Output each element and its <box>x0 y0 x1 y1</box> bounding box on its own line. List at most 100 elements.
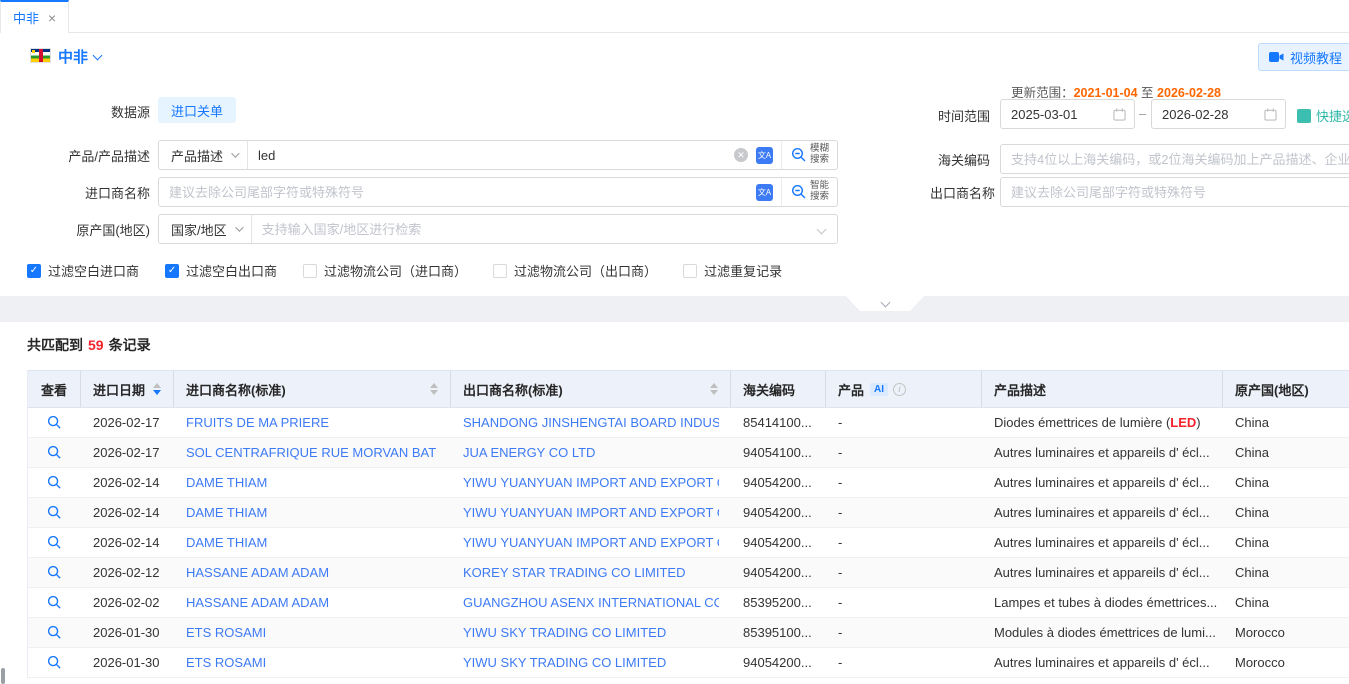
importer-link[interactable]: DAME THIAM <box>186 535 267 550</box>
origin-cell: China <box>1223 558 1349 587</box>
importer-link[interactable]: DAME THIAM <box>186 475 267 490</box>
exporter-link[interactable]: YIWU SKY TRADING CO LIMITED <box>463 625 666 640</box>
update-range-from: 2021-01-04 <box>1074 86 1138 100</box>
view-detail-icon[interactable] <box>44 622 66 644</box>
origin-country-input[interactable] <box>252 215 814 243</box>
tab-close-icon[interactable]: × <box>48 11 56 25</box>
central-african-republic-flag-icon <box>30 48 51 63</box>
origin-cell: Morocco <box>1223 648 1349 677</box>
view-detail-icon[interactable] <box>44 472 66 494</box>
view-detail-icon[interactable] <box>44 592 66 614</box>
filter-checkbox-0[interactable]: ✓过滤空白进口商 <box>27 261 139 280</box>
col-header-importer[interactable]: 进口商名称(标准) <box>174 371 451 407</box>
view-detail-icon[interactable] <box>44 532 66 554</box>
view-detail-icon[interactable] <box>44 562 66 584</box>
smart-search-label-1: 智能 <box>810 180 829 191</box>
chevron-down-icon[interactable] <box>817 224 827 234</box>
exporter-link[interactable]: YIWU YUANYUAN IMPORT AND EXPORT C... <box>463 505 719 520</box>
table-row: 2026-02-12 HASSANE ADAM ADAM KOREY STAR … <box>28 558 1349 588</box>
filter-checkbox-1[interactable]: ✓过滤空白出口商 <box>165 261 277 280</box>
end-date-input[interactable] <box>1151 99 1286 129</box>
quick-select-link[interactable]: 快捷选 <box>1297 106 1349 125</box>
sort-icons[interactable] <box>430 383 438 395</box>
origin-cell: China <box>1223 438 1349 467</box>
exporter-link[interactable]: KOREY STAR TRADING CO LIMITED <box>463 565 685 580</box>
table-row: 2026-02-14 DAME THIAM YIWU YUANYUAN IMPO… <box>28 498 1349 528</box>
product-cell: - <box>826 438 982 467</box>
table-row: 2026-02-17 FRUITS DE MA PRIERE SHANDONG … <box>28 408 1349 438</box>
importer-link[interactable]: HASSANE ADAM ADAM <box>186 595 329 610</box>
filter-checkbox-4[interactable]: 过滤重复记录 <box>683 261 782 280</box>
exporter-link[interactable]: YIWU YUANYUAN IMPORT AND EXPORT C... <box>463 535 719 550</box>
table-header: 查看 进口日期 进口商名称(标准) 出口商名称(标准) 海关编码 <box>28 370 1349 408</box>
checkbox-checked-icon[interactable]: ✓ <box>165 264 179 278</box>
view-detail-icon[interactable] <box>44 502 66 524</box>
tab-central-africa[interactable]: 中非 × <box>0 0 69 33</box>
importer-link[interactable]: DAME THIAM <box>186 505 267 520</box>
country-selector[interactable]: 中非 <box>58 46 88 67</box>
col-header-exporter[interactable]: 出口商名称(标准) <box>451 371 731 407</box>
checkbox-unchecked-icon[interactable] <box>493 264 507 278</box>
product-cell: - <box>826 588 982 617</box>
sort-icons[interactable] <box>153 383 161 395</box>
description-cell: Autres luminaires et appareils d' écl... <box>982 648 1223 677</box>
product-search-input[interactable] <box>248 141 734 169</box>
importer-link[interactable]: ETS ROSAMI <box>186 625 266 640</box>
import-date-cell: 2026-01-30 <box>81 648 174 677</box>
checkbox-unchecked-icon[interactable] <box>303 264 317 278</box>
import-date-cell: 2026-02-14 <box>81 498 174 527</box>
hs-code-input[interactable] <box>1000 144 1349 174</box>
product-cell: - <box>826 468 982 497</box>
importer-name-input[interactable] <box>159 178 756 206</box>
col-header-import-date[interactable]: 进口日期 <box>81 371 174 407</box>
translate-icon[interactable]: 文A <box>756 147 773 164</box>
importer-link[interactable]: ETS ROSAMI <box>186 655 266 670</box>
hs-code-cell: 85395100... <box>731 618 826 647</box>
video-tutorial-button[interactable]: 视频教程 <box>1258 43 1349 71</box>
calendar-icon <box>1113 108 1126 121</box>
view-detail-icon[interactable] <box>44 442 66 464</box>
col-header-hs-code: 海关编码 <box>731 371 826 407</box>
checkbox-unchecked-icon[interactable] <box>683 264 697 278</box>
exporter-name-input[interactable] <box>1000 177 1349 207</box>
tab-label: 中非 <box>13 8 39 27</box>
product-cell: - <box>826 558 982 587</box>
table-row: 2026-02-14 DAME THIAM YIWU YUANYUAN IMPO… <box>28 468 1349 498</box>
exporter-link[interactable]: YIWU SKY TRADING CO LIMITED <box>463 655 666 670</box>
filter-checkbox-3[interactable]: 过滤物流公司（出口商） <box>493 261 657 280</box>
fuzzy-search-label-2: 搜索 <box>810 154 829 165</box>
view-detail-icon[interactable] <box>44 412 66 434</box>
info-icon[interactable]: i <box>893 383 906 396</box>
clear-input-icon[interactable]: ✕ <box>734 148 748 162</box>
end-date-field[interactable] <box>1162 107 1264 122</box>
sort-icons[interactable] <box>710 383 718 395</box>
start-date-field[interactable] <box>1011 107 1113 122</box>
filter-checkbox-2[interactable]: 过滤物流公司（进口商） <box>303 261 467 280</box>
exporter-link[interactable]: YIWU YUANYUAN IMPORT AND EXPORT C... <box>463 475 719 490</box>
table-row: 2026-01-30 ETS ROSAMI YIWU SKY TRADING C… <box>28 648 1349 678</box>
view-detail-icon[interactable] <box>44 652 66 674</box>
importer-link[interactable]: HASSANE ADAM ADAM <box>186 565 329 580</box>
scrollbar-fragment[interactable] <box>1 668 5 684</box>
origin-type-select[interactable]: 国家/地区 <box>159 215 252 243</box>
exporter-link[interactable]: SHANDONG JINSHENGTAI BOARD INDUST... <box>463 415 719 430</box>
chevron-down-icon[interactable] <box>93 51 103 61</box>
fuzzy-search-button[interactable]: 模糊搜索 <box>781 141 837 169</box>
datasource-import-declaration-button[interactable]: 进口关单 <box>158 97 236 123</box>
importer-link[interactable]: SOL CENTRAFRIQUE RUE MORVAN BAT OF... <box>186 445 439 460</box>
exporter-link[interactable]: GUANGZHOU ASENX INTERNATIONAL CO ... <box>463 595 719 610</box>
collapse-panel-handle[interactable] <box>846 296 924 311</box>
origin-country-label: 原产国(地区) <box>30 220 150 239</box>
smart-search-button[interactable]: 智能搜索 <box>781 178 837 206</box>
exporter-label: 出口商名称 <box>930 183 990 202</box>
hs-code-cell: 94054100... <box>731 438 826 467</box>
exporter-link[interactable]: JUA ENERGY CO LTD <box>463 445 595 460</box>
checkbox-checked-icon[interactable]: ✓ <box>27 264 41 278</box>
importer-link[interactable]: FRUITS DE MA PRIERE <box>186 415 329 430</box>
start-date-input[interactable] <box>1000 99 1135 129</box>
translate-icon[interactable]: 文A <box>756 184 773 201</box>
tab-bar: 中非 × <box>0 0 1349 33</box>
table-row: 2026-02-02 HASSANE ADAM ADAM GUANGZHOU A… <box>28 588 1349 618</box>
hs-code-label: 海关编码 <box>930 150 990 169</box>
product-type-select[interactable]: 产品描述 <box>159 141 248 169</box>
